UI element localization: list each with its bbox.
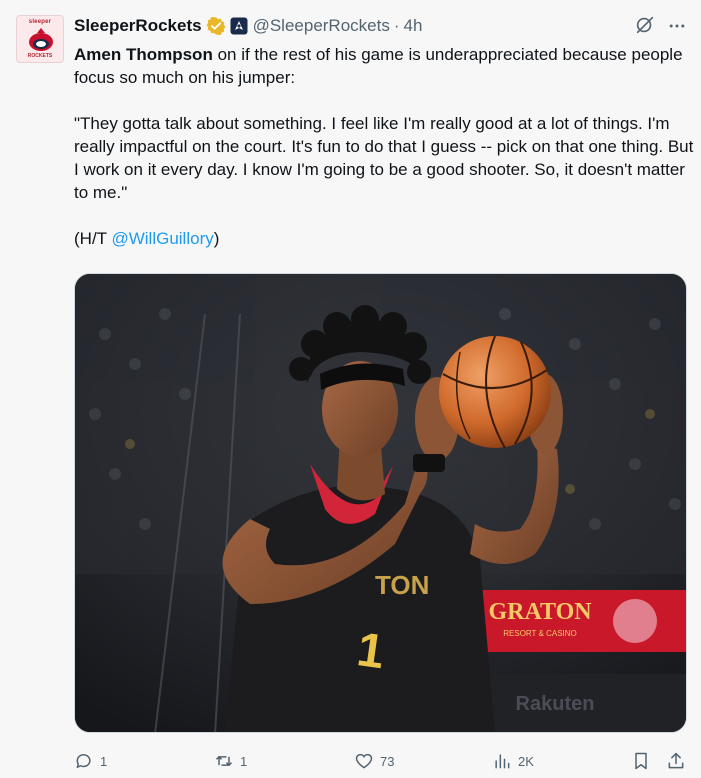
tweet-header: SleeperRockets @SleeperRockets · 4h <box>74 14 422 38</box>
like-button[interactable]: 73 <box>354 748 394 774</box>
avatar-text-top: sleeper <box>28 19 52 25</box>
rockets-affiliate-badge-icon[interactable] <box>230 17 248 35</box>
avatar[interactable]: sleeper ROCKETS <box>16 15 64 63</box>
timestamp[interactable]: 4h <box>404 16 423 36</box>
banner-subtext: RESORT & CASINO <box>503 629 577 638</box>
reply-icon <box>76 754 91 768</box>
author-handle[interactable]: @SleeperRockets <box>253 16 390 36</box>
ht-prefix: (H/T <box>74 229 112 248</box>
verified-gold-badge-icon[interactable] <box>206 16 226 36</box>
hat-tip: (H/T @WillGuillory) <box>74 227 694 250</box>
tweet-card[interactable]: sleeper ROCKETS SleeperRockets @SleeperR… <box>0 0 701 778</box>
jersey-text: TON <box>375 570 429 600</box>
share-button[interactable] <box>666 748 686 774</box>
ht-link[interactable]: @WillGuillory <box>111 229 213 248</box>
more-dots-icon[interactable] <box>666 16 688 36</box>
views-chart-icon <box>495 754 510 769</box>
tweet-actions: 1 1 73 2K <box>74 748 694 774</box>
grok-icon[interactable] <box>634 14 656 36</box>
tweet-intro: Amen Thompson on if the rest of his game… <box>74 43 694 89</box>
reply-button[interactable]: 1 <box>74 748 107 774</box>
tweet-quote: "They gotta talk about something. I feel… <box>74 114 694 202</box>
reply-count: 1 <box>100 753 108 769</box>
repost-button[interactable]: 1 <box>214 748 247 774</box>
like-count: 73 <box>380 753 395 769</box>
separator-dot: · <box>393 16 400 35</box>
mentioned-name: Amen Thompson <box>74 45 213 64</box>
views-button[interactable]: 2K <box>492 748 534 774</box>
heart-icon <box>355 753 373 769</box>
author-name[interactable]: SleeperRockets <box>74 16 202 36</box>
ht-suffix: ) <box>213 229 220 248</box>
banner-text: GRATON <box>488 599 592 625</box>
bookmark-button[interactable] <box>631 748 651 774</box>
share-icon <box>668 752 684 769</box>
avatar-text-bottom: ROCKETS <box>27 53 53 59</box>
view-count: 2K <box>518 753 534 769</box>
repost-count: 1 <box>240 753 248 769</box>
tweet-text: Amen Thompson on if the rest of his game… <box>74 43 694 250</box>
basketball-player-photo: GRATON RESORT & CASINO Rakuten TON 1 <box>75 274 686 732</box>
avatar-logo-icon <box>29 28 53 51</box>
bookmark-icon <box>635 752 647 770</box>
repost-icon <box>215 755 233 767</box>
tweet-photo[interactable]: GRATON RESORT & CASINO Rakuten TON 1 <box>74 273 687 733</box>
sign-text: Rakuten <box>516 693 595 715</box>
